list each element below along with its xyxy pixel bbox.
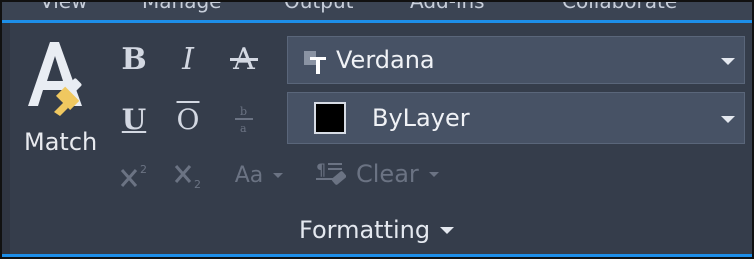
- match-button[interactable]: Match: [14, 32, 104, 162]
- subscript-icon: 2: [174, 165, 201, 190]
- truetype-font-icon: [304, 51, 326, 74]
- stack-fraction-icon: b a: [235, 105, 253, 134]
- chevron-down-icon: [428, 171, 439, 177]
- tab-manage[interactable]: Manage: [142, 2, 221, 12]
- strike-line: [230, 58, 258, 61]
- match-label: Match: [24, 128, 98, 156]
- superscript-icon: 2: [120, 163, 147, 187]
- font-name: Verdana: [336, 46, 435, 74]
- svg-text:¶: ¶: [316, 160, 326, 179]
- change-case-icon: Aa: [234, 162, 264, 188]
- strikethrough-button[interactable]: A: [222, 40, 266, 78]
- superscript-button[interactable]: 2: [112, 158, 160, 192]
- italic-icon: I: [182, 41, 194, 77]
- change-case-button[interactable]: Aa: [224, 158, 294, 192]
- stack-button[interactable]: b a: [226, 100, 262, 138]
- tab-collaborate[interactable]: Collaborate: [562, 2, 677, 12]
- chevron-down-icon: [440, 226, 455, 234]
- panel-title: Formatting: [299, 216, 431, 244]
- chevron-down-icon: [721, 58, 735, 65]
- tab-view[interactable]: View: [40, 2, 87, 12]
- clear-label: Clear: [356, 160, 419, 188]
- ribbon-tab-bar: View Manage Output Add-ins Collaborate: [2, 2, 752, 20]
- overline-button[interactable]: O: [168, 100, 208, 138]
- tab-add-ins[interactable]: Add-ins: [410, 2, 485, 12]
- clear-formatting-icon: ¶: [316, 160, 346, 185]
- bold-button[interactable]: B: [114, 40, 154, 78]
- color-dropdown[interactable]: ByLayer: [287, 92, 745, 144]
- panel-title-button[interactable]: Formatting: [299, 216, 455, 244]
- color-name: ByLayer: [372, 104, 470, 132]
- bold-icon: B: [121, 41, 147, 77]
- match-brush-icon: [28, 42, 82, 116]
- panel-bottom-border: [2, 254, 752, 257]
- overline-icon: O: [176, 102, 200, 136]
- svg-text:2: 2: [140, 163, 147, 176]
- color-swatch: [314, 102, 346, 134]
- svg-text:a: a: [240, 122, 247, 134]
- formatting-panel-frame: View Manage Output Add-ins Collaborate M…: [0, 0, 754, 259]
- chevron-down-icon: [721, 116, 735, 123]
- underline-button[interactable]: U: [114, 100, 154, 138]
- underline-icon: U: [121, 102, 147, 136]
- font-dropdown[interactable]: Verdana: [287, 36, 745, 84]
- clear-button[interactable]: ¶ Clear: [314, 154, 474, 194]
- subscript-button[interactable]: 2: [166, 158, 214, 192]
- italic-button[interactable]: I: [168, 40, 208, 78]
- svg-text:b: b: [240, 105, 247, 118]
- svg-text:2: 2: [194, 178, 201, 190]
- chevron-down-icon: [273, 172, 284, 178]
- tab-output[interactable]: Output: [284, 2, 353, 12]
